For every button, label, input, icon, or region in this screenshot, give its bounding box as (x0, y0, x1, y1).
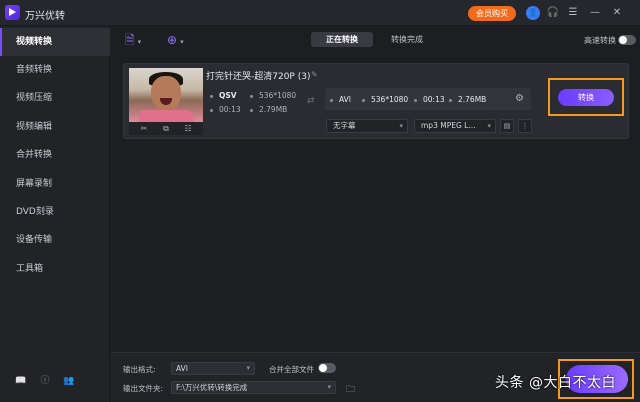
chevron-down-icon: ▾ (327, 383, 331, 391)
output-folder-label: 输出文件夹: (123, 384, 164, 393)
main-panel: 🗎 ▾ ⊕ ▾ 正在转换 转换完成 高速转换 ✂ ⧉ ☷ 打完针还哭-超清720P … (111, 26, 640, 402)
title-bar: 万兴优转 会员购买 👤 🎧 ☰ — ✕ (0, 0, 640, 26)
target-info[interactable]: AVI 536*1080 00:13 2.76MB ⚙ (325, 88, 531, 110)
target-resolution: 536*1080 (362, 95, 408, 104)
chevron-down-icon: ▾ (399, 122, 403, 130)
source-codec: QSV (210, 91, 237, 100)
shuffle-arrow-icon: ⇄ (307, 96, 315, 106)
task-card: ✂ ⧉ ☷ 打完针还哭-超清720P (3) ✎ QSV 536*1080 00… (123, 63, 629, 139)
scissors-icon[interactable]: ✂ (138, 123, 150, 134)
target-duration: 00:13 (414, 95, 445, 104)
video-thumbnail[interactable] (129, 68, 203, 122)
subtitle-select[interactable]: 无字幕 ▾ (326, 119, 408, 133)
sidebar-item-video-edit[interactable]: 视频编辑 (0, 113, 110, 141)
target-format: AVI (330, 95, 351, 104)
subtitle-add-icon[interactable]: ▤ (500, 119, 514, 133)
app-title: 万兴优转 (25, 11, 65, 22)
sidebar-item-dvd-burn[interactable]: DVD刻录 (0, 198, 110, 226)
book-icon[interactable]: 📖 (14, 374, 28, 388)
crop-icon[interactable]: ⧉ (160, 123, 172, 134)
tab-done[interactable]: 转换完成 (377, 32, 437, 47)
thumbnail-toolbar: ✂ ⧉ ☷ (129, 122, 203, 135)
effects-icon[interactable]: ☷ (182, 123, 194, 134)
users-icon[interactable]: 👥 (62, 374, 76, 388)
fast-convert-label: 高速转换 (584, 36, 616, 45)
status-tabs: 正在转换 转换完成 (311, 32, 435, 47)
add-file-icon: 🗎 (125, 33, 135, 47)
output-folder-select[interactable]: F:\万兴优转\转换完成 ▾ (171, 381, 336, 394)
convert-highlight: 转换 (548, 78, 624, 116)
help-icon[interactable]: ⓘ (38, 374, 52, 388)
source-size: 2.79MB (250, 105, 287, 114)
add-media-button[interactable]: ⊕ ▾ (167, 33, 184, 47)
output-format-select[interactable]: AVI ▾ (171, 362, 255, 375)
chevron-down-icon: ▾ (487, 122, 491, 130)
headset-icon[interactable]: 🎧 (546, 6, 560, 20)
user-avatar-icon[interactable]: 👤 (526, 6, 540, 20)
sidebar-item-device-transfer[interactable]: 设备传输 (0, 226, 110, 254)
convert-button[interactable]: 转换 (558, 89, 614, 106)
minimize-icon[interactable]: — (588, 6, 602, 20)
source-resolution: 536*1080 (250, 91, 296, 100)
sidebar-item-video-compress[interactable]: 视频压缩 (0, 84, 110, 112)
fast-convert-toggle[interactable] (618, 35, 636, 45)
target-size: 2.76MB (449, 95, 486, 104)
source-duration: 00:13 (210, 105, 241, 114)
sidebar-item-video-convert[interactable]: 视频转换 (0, 28, 110, 56)
chevron-down-icon: ▾ (180, 38, 184, 46)
app-logo-icon (5, 5, 20, 20)
watermark-text: 头条 @大白不太白 (495, 375, 616, 391)
menu-icon[interactable]: ☰ (566, 6, 580, 20)
merge-all-toggle[interactable] (318, 363, 336, 373)
more-info-icon[interactable]: ⋮ (518, 119, 532, 133)
vip-purchase-button[interactable]: 会员购买 (468, 6, 516, 21)
merge-all-label: 合并全部文件 (269, 365, 314, 374)
sidebar-item-merge[interactable]: 合并转换 (0, 141, 110, 169)
sidebar-item-screen-record[interactable]: 屏幕录制 (0, 170, 110, 198)
close-icon[interactable]: ✕ (610, 6, 624, 20)
gear-icon[interactable]: ⚙ (515, 93, 524, 104)
file-name: 打完针还哭-超清720P (3) (206, 72, 311, 82)
audio-track-select[interactable]: mp3 MPEG L... ▾ (414, 119, 496, 133)
tab-converting[interactable]: 正在转换 (311, 32, 373, 47)
output-format-label: 输出格式: (123, 365, 156, 374)
sidebar-item-audio-convert[interactable]: 音频转换 (0, 56, 110, 84)
chevron-down-icon: ▾ (246, 364, 250, 372)
sidebar: 视频转换 音频转换 视频压缩 视频编辑 合并转换 屏幕录制 DVD刻录 设备传输… (0, 26, 110, 402)
folder-icon[interactable]: 🗀 (346, 382, 355, 398)
chevron-down-icon: ▾ (137, 38, 142, 46)
add-media-icon: ⊕ (167, 33, 178, 47)
sidebar-item-toolbox[interactable]: 工具箱 (0, 255, 110, 283)
add-file-button[interactable]: 🗎 ▾ (125, 33, 141, 47)
edit-icon[interactable]: ✎ (311, 70, 318, 79)
